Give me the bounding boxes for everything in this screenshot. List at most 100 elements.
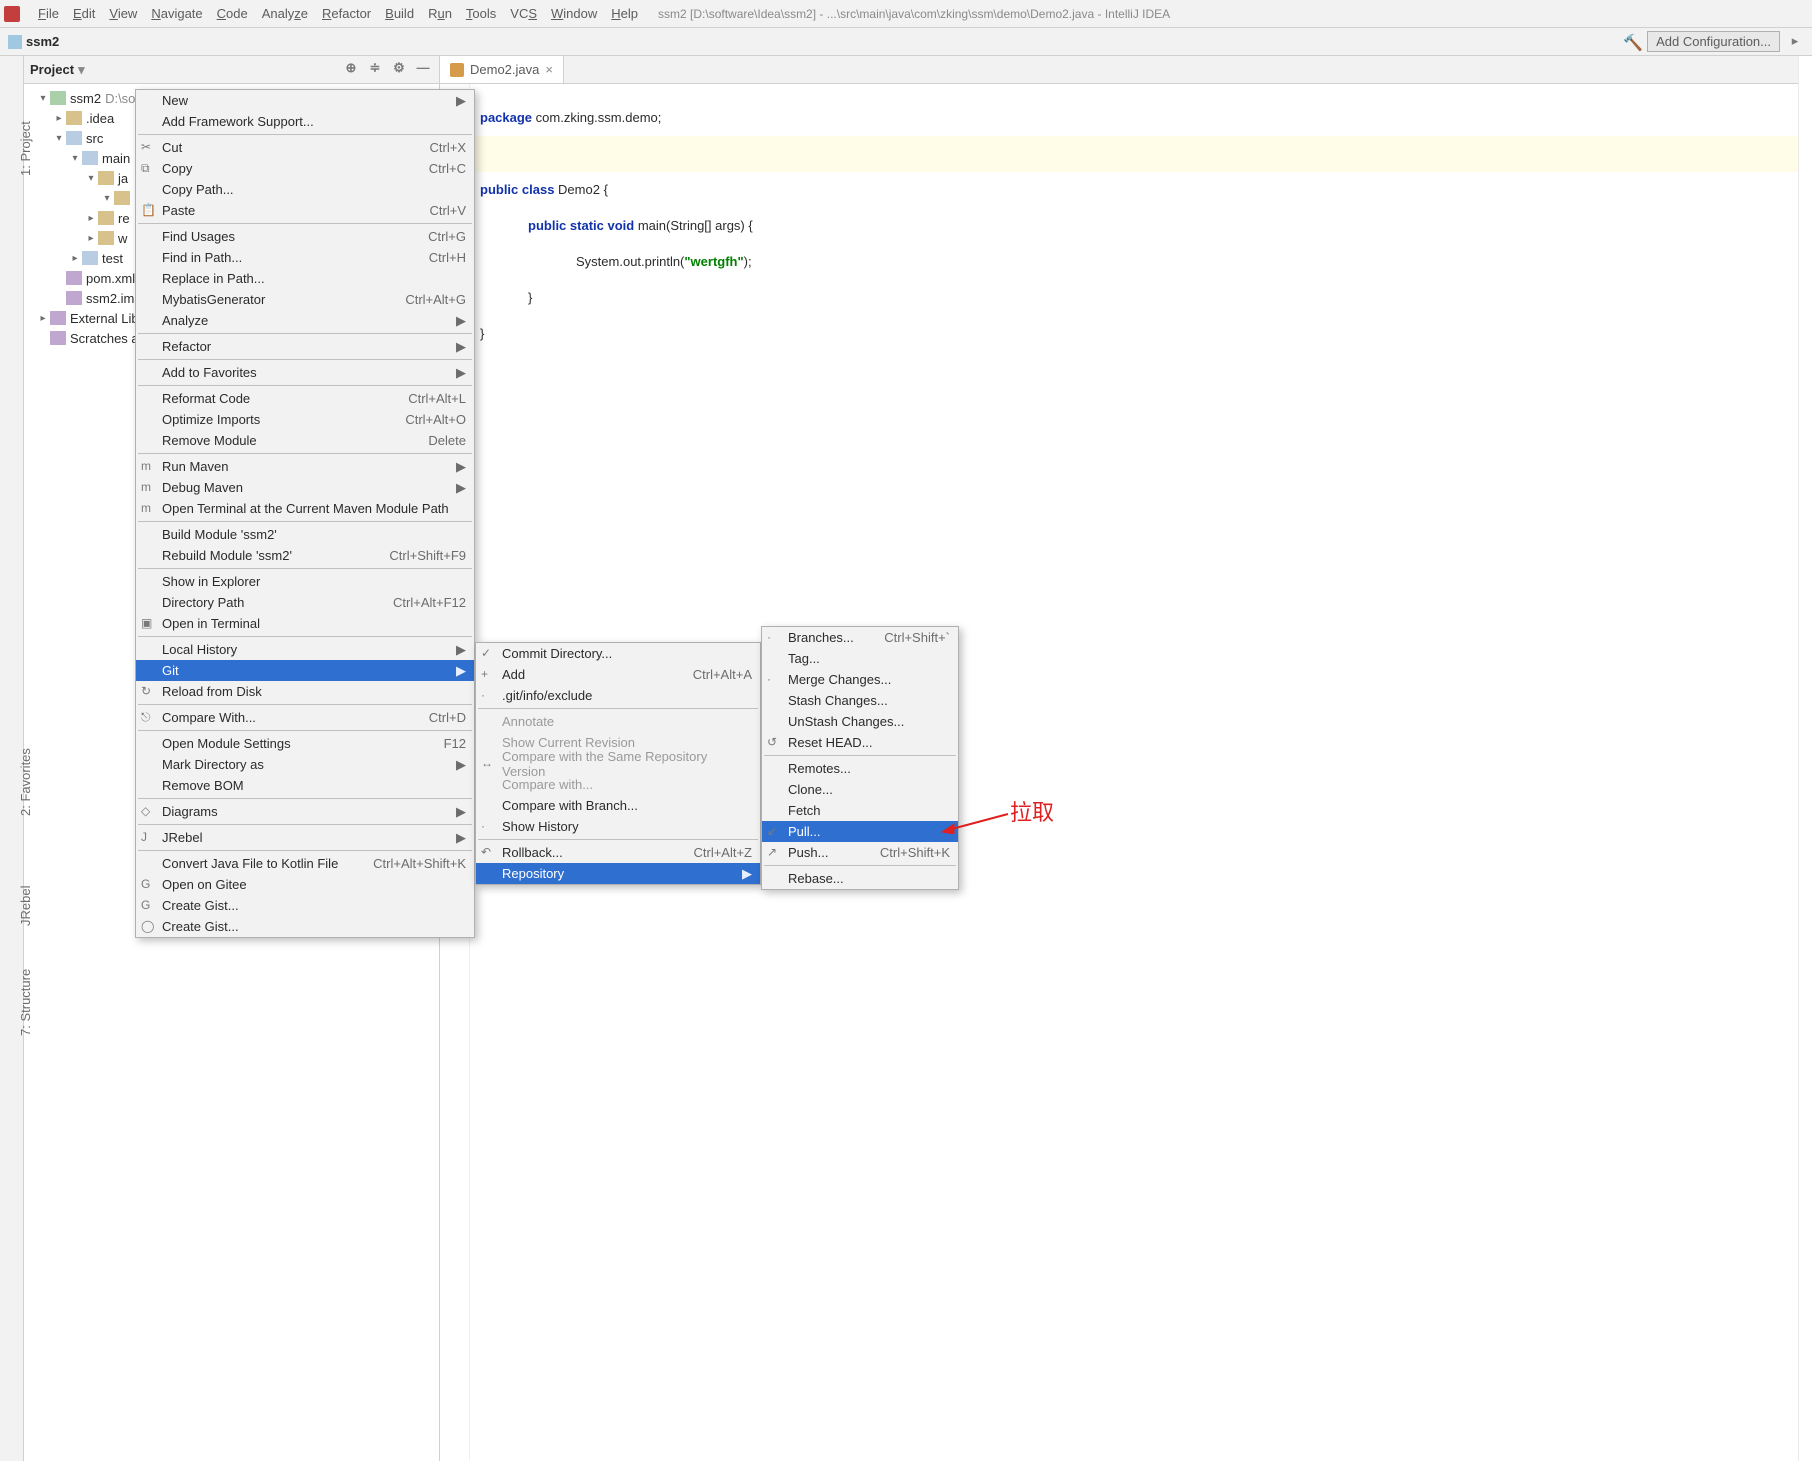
menu-item[interactable]: 📋PasteCtrl+V	[136, 200, 474, 221]
java-file-icon	[450, 63, 464, 77]
menu-item[interactable]: ·Show History	[476, 816, 760, 837]
menu-item[interactable]: Find UsagesCtrl+G	[136, 226, 474, 247]
menu-item[interactable]: JJRebel▶	[136, 827, 474, 848]
toolbar-more-icon[interactable]: ▸	[1786, 33, 1804, 51]
menu-item[interactable]: ↺Reset HEAD...	[762, 732, 958, 753]
breadcrumb-bar: ssm2 🔨 Add Configuration... ▸	[0, 28, 1812, 56]
toolwindow-tab-favorites[interactable]: 2: Favorites	[18, 748, 33, 816]
build-icon[interactable]: 🔨	[1623, 33, 1641, 51]
menu-item[interactable]: Fetch	[762, 800, 958, 821]
menu-item[interactable]: Analyze▶	[136, 310, 474, 331]
menu-item[interactable]: Refactor▶	[136, 336, 474, 357]
menu-item[interactable]: ↻Reload from Disk	[136, 681, 474, 702]
menu-item[interactable]: Remotes...	[762, 758, 958, 779]
menu-item[interactable]: ↗Push...Ctrl+Shift+K	[762, 842, 958, 863]
annotation-text: 拉取	[1010, 795, 1054, 827]
menu-item[interactable]: ↙Pull...	[762, 821, 958, 842]
breadcrumb-root[interactable]: ssm2	[26, 34, 59, 49]
hide-icon[interactable]: —	[413, 60, 433, 80]
menu-item[interactable]: UnStash Changes...	[762, 711, 958, 732]
tab-label: Demo2.java	[470, 62, 539, 77]
menu-item[interactable]: ✂CutCtrl+X	[136, 137, 474, 158]
main-menubar: File Edit View Navigate Code Analyze Ref…	[0, 0, 1812, 28]
menu-item: ↔Compare with the Same Repository Versio…	[476, 753, 760, 774]
menu-item[interactable]: Remove ModuleDelete	[136, 430, 474, 451]
menu-item[interactable]: ·Branches...Ctrl+Shift+`	[762, 627, 958, 648]
add-configuration-button[interactable]: Add Configuration...	[1647, 31, 1780, 52]
menu-item[interactable]: Mark Directory as▶	[136, 754, 474, 775]
menu-item[interactable]: ⎋Compare With...Ctrl+D	[136, 707, 474, 728]
menu-analyze[interactable]: Analyze	[262, 6, 308, 21]
menu-item[interactable]: Rebuild Module 'ssm2'Ctrl+Shift+F9	[136, 545, 474, 566]
menu-item: Compare with...	[476, 774, 760, 795]
menu-item[interactable]: ✓Commit Directory...	[476, 643, 760, 664]
menu-item[interactable]: ▣Open in Terminal	[136, 613, 474, 634]
menu-item[interactable]: Add Framework Support...	[136, 111, 474, 132]
context-menu-main[interactable]: New▶Add Framework Support... ✂CutCtrl+X⧉C…	[135, 89, 475, 938]
menu-item[interactable]: Show in Explorer	[136, 571, 474, 592]
menu-edit[interactable]: Edit	[73, 6, 95, 21]
menu-item[interactable]: Compare with Branch...	[476, 795, 760, 816]
menu-item[interactable]: Open Module SettingsF12	[136, 733, 474, 754]
menu-item[interactable]: Find in Path...Ctrl+H	[136, 247, 474, 268]
menu-item[interactable]: +AddCtrl+Alt+A	[476, 664, 760, 685]
locate-icon[interactable]: ⊕	[341, 60, 361, 80]
menu-view[interactable]: View	[109, 6, 137, 21]
menu-item[interactable]: Convert Java File to Kotlin FileCtrl+Alt…	[136, 853, 474, 874]
menu-item[interactable]: Optimize ImportsCtrl+Alt+O	[136, 409, 474, 430]
menu-tools[interactable]: Tools	[466, 6, 496, 21]
context-menu-repository[interactable]: ·Branches...Ctrl+Shift+`Tag...·Merge Cha…	[761, 626, 959, 890]
menu-item[interactable]: Git▶	[136, 660, 474, 681]
settings-icon[interactable]: ⚙	[389, 60, 409, 80]
menu-item[interactable]: Tag...	[762, 648, 958, 669]
menu-run[interactable]: Run	[428, 6, 452, 21]
menu-item[interactable]: Rebase...	[762, 868, 958, 889]
project-panel-header: Project ▾ ⊕ ≑ ⚙ —	[24, 56, 439, 84]
menu-item[interactable]: Reformat CodeCtrl+Alt+L	[136, 388, 474, 409]
toolwindow-tab-structure[interactable]: 7: Structure	[18, 969, 33, 1036]
editor-tabs: Demo2.java ×	[440, 56, 1798, 84]
menu-item[interactable]: GCreate Gist...	[136, 895, 474, 916]
menu-item[interactable]: Repository▶	[476, 863, 760, 884]
annotation-arrow	[940, 810, 1010, 834]
menu-item[interactable]: ⧉CopyCtrl+C	[136, 158, 474, 179]
menu-code[interactable]: Code	[217, 6, 248, 21]
menu-refactor[interactable]: Refactor	[322, 6, 371, 21]
menu-item[interactable]: mOpen Terminal at the Current Maven Modu…	[136, 498, 474, 519]
menu-item[interactable]: Remove BOM	[136, 775, 474, 796]
menu-item[interactable]: mRun Maven▶	[136, 456, 474, 477]
menu-item[interactable]: ↶Rollback...Ctrl+Alt+Z	[476, 842, 760, 863]
menu-item[interactable]: Copy Path...	[136, 179, 474, 200]
menu-item[interactable]: Stash Changes...	[762, 690, 958, 711]
editor-tab-demo2[interactable]: Demo2.java ×	[440, 56, 564, 83]
menu-help[interactable]: Help	[611, 6, 638, 21]
menu-window[interactable]: Window	[551, 6, 597, 21]
menu-item[interactable]: ◯Create Gist...	[136, 916, 474, 937]
menu-item[interactable]: GOpen on Gitee	[136, 874, 474, 895]
menu-item[interactable]: Clone...	[762, 779, 958, 800]
menu-item: Annotate	[476, 711, 760, 732]
menu-item[interactable]: ·Merge Changes...	[762, 669, 958, 690]
menu-build[interactable]: Build	[385, 6, 414, 21]
project-panel-title[interactable]: Project	[30, 62, 74, 77]
menu-item[interactable]: Local History▶	[136, 639, 474, 660]
menu-item[interactable]: ·.git/info/exclude	[476, 685, 760, 706]
menu-item[interactable]: Add to Favorites▶	[136, 362, 474, 383]
menu-item[interactable]: Build Module 'ssm2'	[136, 524, 474, 545]
menu-item[interactable]: Replace in Path...	[136, 268, 474, 289]
menu-item[interactable]: ◇Diagrams▶	[136, 801, 474, 822]
toolwindow-tab-jrebel[interactable]: JRebel	[18, 886, 33, 926]
menu-item[interactable]: Directory PathCtrl+Alt+F12	[136, 592, 474, 613]
menu-item[interactable]: New▶	[136, 90, 474, 111]
menu-file[interactable]: File	[38, 6, 59, 21]
menu-item[interactable]: MybatisGeneratorCtrl+Alt+G	[136, 289, 474, 310]
menu-vcs[interactable]: VCS	[510, 6, 537, 21]
left-toolwindow-stripe: 1: Project 2: Favorites JRebel 7: Struct…	[0, 56, 24, 1461]
close-tab-icon[interactable]: ×	[545, 62, 553, 77]
collapse-icon[interactable]: ≑	[365, 60, 385, 80]
toolwindow-tab-project[interactable]: 1: Project	[18, 121, 33, 176]
context-menu-git[interactable]: ✓Commit Directory...+AddCtrl+Alt+A·.git/…	[475, 642, 761, 885]
menu-item[interactable]: mDebug Maven▶	[136, 477, 474, 498]
code-content: package com.zking.ssm.demo; public class…	[480, 100, 1788, 352]
menu-navigate[interactable]: Navigate	[151, 6, 202, 21]
